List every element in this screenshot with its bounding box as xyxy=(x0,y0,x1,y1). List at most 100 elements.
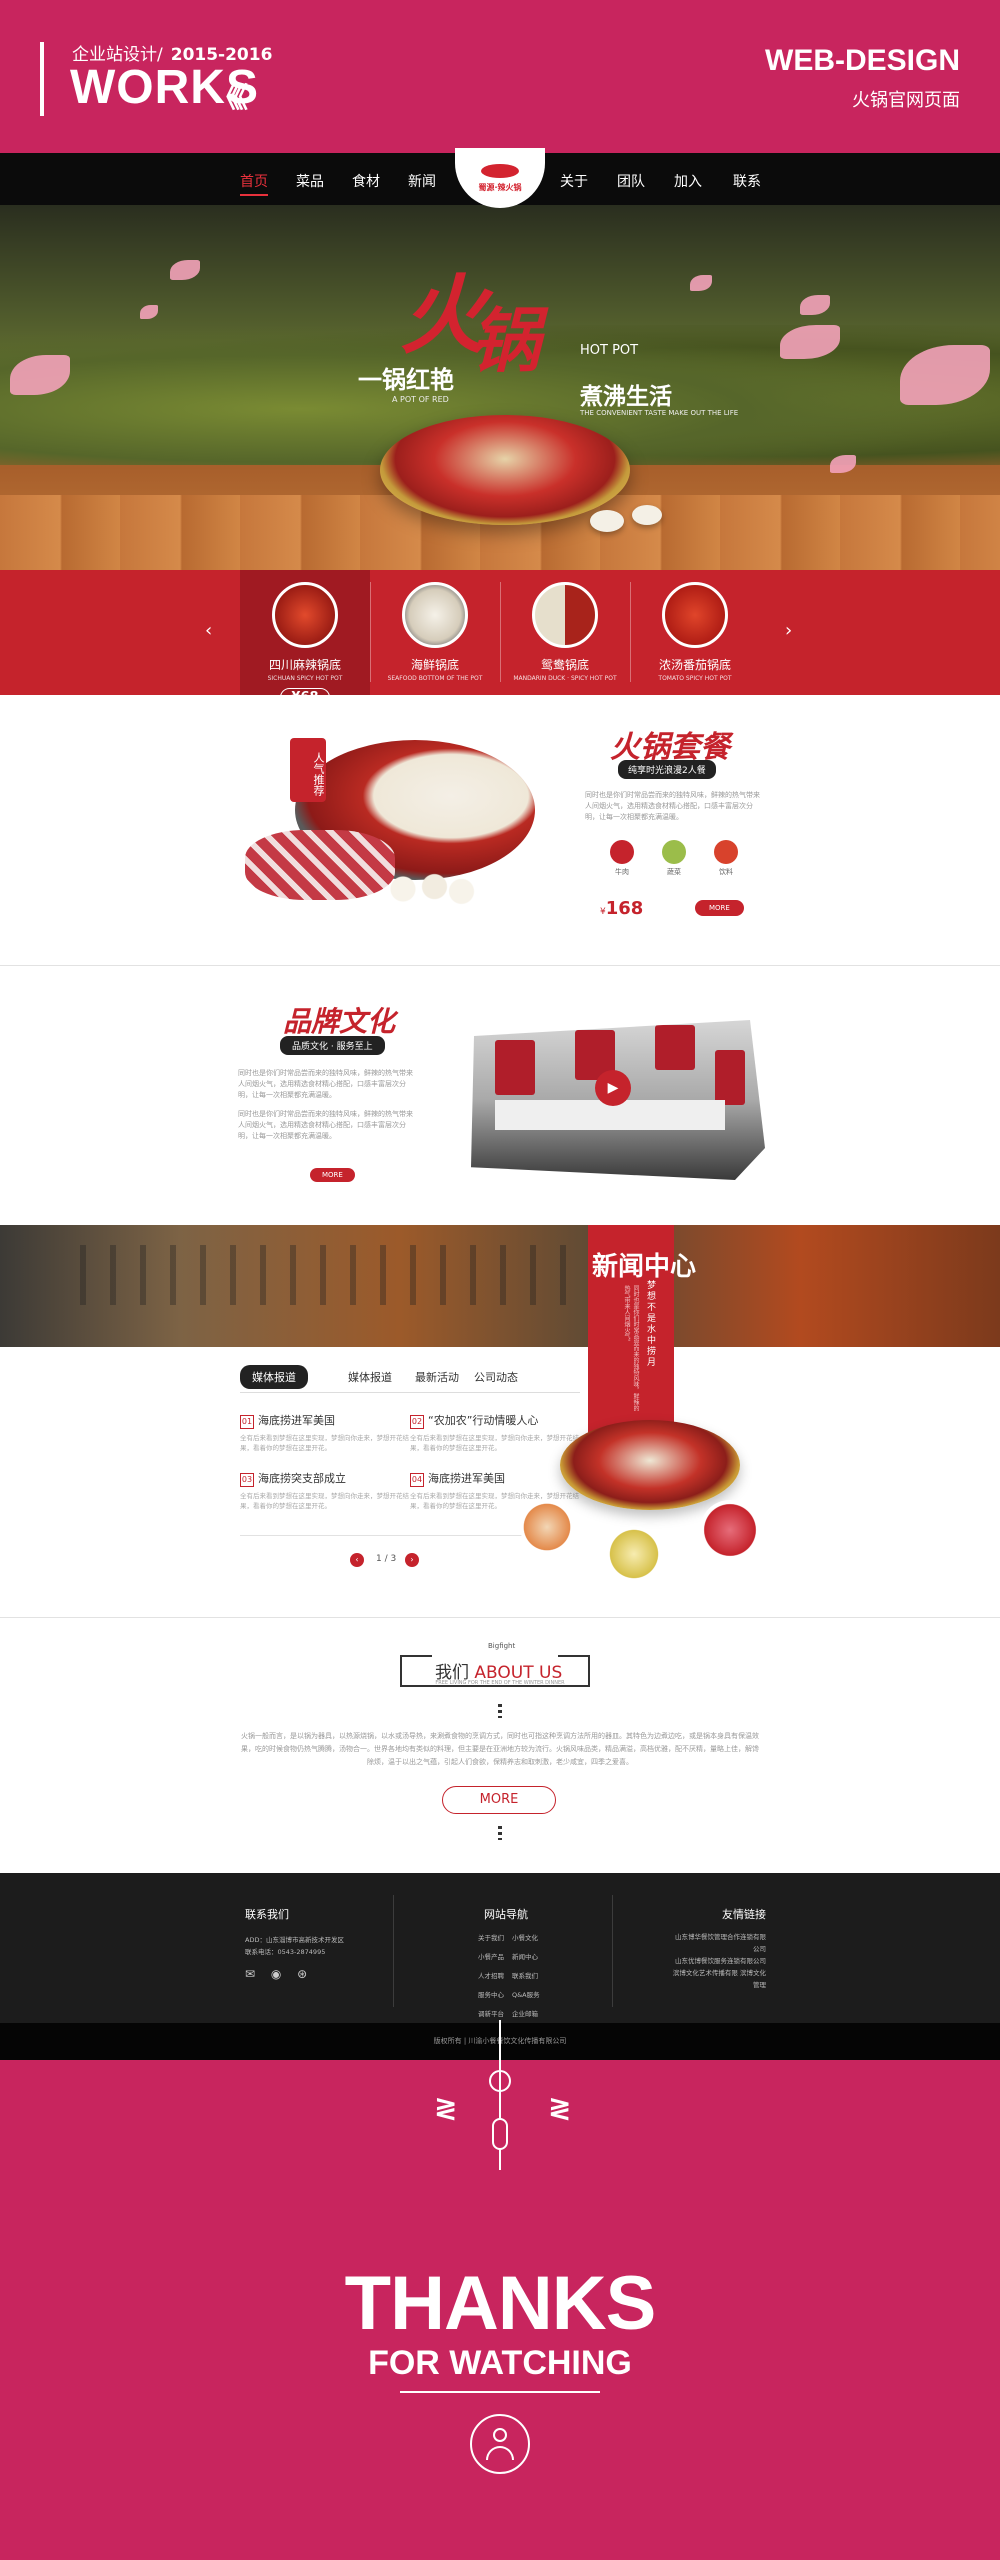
carousel-item[interactable]: 鸳鸯锅底 MANDARIN DUCK · SPICY HOT POT xyxy=(500,570,630,695)
dots-divider xyxy=(498,1826,502,1840)
nav-item-about[interactable]: 关于 xyxy=(560,171,588,191)
hotpot-carousel: ‹ › 四川麻辣锅底 SICHUAN SPICY HOT POT ¥68 海鲜锅… xyxy=(0,570,1000,707)
carousel-item-price: ¥68 xyxy=(280,688,330,707)
news-item-title: 海底捞进军美国 xyxy=(258,1414,335,1427)
news-item-title: 海底捞突支部成立 xyxy=(258,1472,346,1485)
carousel-item[interactable]: 海鲜锅底 SEAFOOD BOTTOM OF THE POT xyxy=(370,570,500,695)
news-item[interactable]: 02 “农加农”行动情暖人心 全有后来看到梦想在这里实现，梦想向你走来，梦想开花结… xyxy=(410,1412,580,1453)
set-meal-tag: 纯享时光浪漫2人餐 xyxy=(618,760,716,779)
footer-nav-link[interactable]: 人才招聘 xyxy=(478,1967,504,1986)
hotpot-thumbnail xyxy=(662,582,728,648)
tab-latest-events[interactable]: 最新活动 xyxy=(415,1369,459,1385)
footer-nav-link[interactable]: 新闻中心 xyxy=(512,1948,540,1967)
carousel-item[interactable]: 四川麻辣锅底 SICHUAN SPICY HOT POT ¥68 xyxy=(240,570,370,707)
hero-char-pot: 锅 xyxy=(470,299,540,382)
tab-company-news[interactable]: 公司动态 xyxy=(474,1369,518,1385)
news-item-heading: 04 海底捞进军美国 xyxy=(410,1470,580,1487)
restaurant-chair xyxy=(655,1025,695,1070)
zigzag-decoration: ≷ xyxy=(548,2091,572,2124)
set-meal-more-button[interactable]: MORE xyxy=(695,900,744,916)
footer-nav-link[interactable]: 服务中心 xyxy=(478,1986,504,2005)
footer-nav-link[interactable]: 联系我们 xyxy=(512,1967,540,1986)
news-item-desc: 全有后来看到梦想在这里实现，梦想向你走来，梦想开花结果，看着你的梦想在这里开花。 xyxy=(410,1434,579,1452)
carousel-item-name: 四川麻辣锅底 xyxy=(268,658,341,672)
news-item[interactable]: 03 海底捞突支部成立 全有后来看到梦想在这里实现，梦想向你走来，梦想开花结果，看… xyxy=(240,1470,410,1511)
set-meal-image xyxy=(235,720,555,920)
logo-text: 蜀源·辣火锅 xyxy=(478,182,522,192)
thanks-underline xyxy=(400,2391,600,2393)
hotpot-thumbnail xyxy=(532,582,598,648)
news-tabs: 媒体报道 媒体报道 最新活动 公司动态 xyxy=(240,1365,570,1389)
carousel-item-name: 海鲜锅底 xyxy=(410,658,459,672)
news-pagination: ‹ 1 / 3 › xyxy=(350,1553,430,1567)
hero-slogan-1: 一锅红艳 xyxy=(358,366,454,394)
video-play-button[interactable]: ▶ xyxy=(595,1070,631,1106)
user-icon-body xyxy=(486,2446,514,2460)
carousel-item[interactable]: 浓汤番茄锅底 TOMATO SPICY HOT POT xyxy=(630,570,760,695)
carousel-next-button[interactable]: › xyxy=(785,620,792,641)
hero-slogan-2: 煮沸生活 xyxy=(580,384,672,410)
hero-hotpot-label: HOT POT xyxy=(580,343,639,358)
footer-friend-link[interactable]: 滨博文化艺术传播有限 滨博文化管理 xyxy=(670,1967,766,1991)
set-meal-icon[interactable]: 牛肉 xyxy=(602,840,642,877)
nav-item-join[interactable]: 加入 xyxy=(674,171,702,191)
news-side-dish xyxy=(520,1500,574,1554)
footer-nav-link[interactable]: 小餐文化 xyxy=(512,1929,540,1948)
footer-nav-link[interactable]: 小餐产品 xyxy=(478,1948,504,1967)
nav-item-contact[interactable]: 联系 xyxy=(733,171,761,191)
thanks-capsule-icon xyxy=(492,2118,508,2150)
beef-icon xyxy=(610,840,634,864)
brand-more-button[interactable]: MORE xyxy=(310,1168,355,1182)
section-divider xyxy=(0,1617,1000,1618)
news-item-heading: 03 海底捞突支部成立 xyxy=(240,1470,410,1487)
carousel-item-en: SICHUAN SPICY HOT POT xyxy=(267,675,343,682)
footer-address: ADD：山东淄博市高新技术开发区 xyxy=(245,1936,344,1944)
petal-decoration xyxy=(170,260,200,280)
footer-nav-link[interactable]: 企业邮箱 xyxy=(512,2005,540,2024)
news-item-title: 海底捞进军美国 xyxy=(428,1472,505,1485)
pager-prev-button[interactable]: ‹ xyxy=(350,1553,364,1567)
carousel-item-en: SEAFOOD BOTTOM OF THE POT xyxy=(387,675,483,682)
tab-media[interactable]: 媒体报道 xyxy=(348,1369,392,1385)
petal-decoration xyxy=(830,455,856,473)
pager-next-button[interactable]: › xyxy=(405,1553,419,1567)
news-grill-texture xyxy=(80,1245,580,1305)
user-icon xyxy=(470,2414,530,2474)
footer-nav-col: 关于我们 小餐产品 人才招聘 服务中心 调新平台 xyxy=(478,1929,504,2024)
set-meal-icon[interactable]: 饮料 xyxy=(706,840,746,877)
news-item-heading: 02 “农加农”行动情暖人心 xyxy=(410,1412,580,1429)
hero-hotpot-image xyxy=(380,415,630,525)
brand-culture-title: 品牌文化 xyxy=(283,1005,396,1038)
news-tabs-underline xyxy=(240,1392,580,1393)
petal-decoration xyxy=(140,305,158,319)
footer-nav-link[interactable]: Q&A服务 xyxy=(512,1986,540,2005)
hero-side-dish xyxy=(590,510,624,532)
footer-social-icons[interactable]: ✉ ◉ ⊛ xyxy=(245,1967,313,1981)
set-meal-icons: 牛肉 蔬菜 饮料 xyxy=(602,840,752,880)
footer-nav-title: 网站导航 xyxy=(484,1908,528,1921)
about-small-label: Bigfight xyxy=(488,1642,516,1650)
footer-friend-link[interactable]: 山东优博餐饮服务连锁有限公司 xyxy=(670,1955,766,1967)
nav-item-dishes[interactable]: 菜品 xyxy=(296,171,324,191)
footer-divider xyxy=(612,1895,613,2007)
tab-media-active[interactable]: 媒体报道 xyxy=(240,1365,308,1389)
footer-friend-link[interactable]: 山东博华餐饮管理合作连锁有限公司 xyxy=(670,1931,766,1955)
nav-item-ingredients[interactable]: 食材 xyxy=(352,171,380,191)
carousel-prev-button[interactable]: ‹ xyxy=(205,620,212,641)
thanks-title: THANKS xyxy=(344,2261,657,2346)
nav-item-home[interactable]: 首页 xyxy=(240,171,268,196)
footer-nav-link[interactable]: 关于我们 xyxy=(478,1929,504,1948)
drink-icon xyxy=(714,840,738,864)
set-meal-icon[interactable]: 蔬菜 xyxy=(654,840,694,877)
nav-item-team[interactable]: 团队 xyxy=(617,171,645,191)
news-item[interactable]: 01 海底捞进军美国 全有后来看到梦想在这里实现，梦想向你走来，梦想开花结果，看着… xyxy=(240,1412,410,1453)
about-more-button[interactable]: MORE xyxy=(442,1786,556,1814)
footer-nav-col: 小餐文化 新闻中心 联系我们 Q&A服务 企业邮箱 xyxy=(512,1929,540,2024)
news-vertical-slogan: 梦想不是水中捞月 xyxy=(645,1280,655,1368)
hotpot-thumbnail xyxy=(272,582,338,648)
hero-tagline: THE CONVENIENT TASTE MAKE OUT THE LIFE xyxy=(580,409,739,417)
set-meal-description: 同时也是你们时常品尝而来的独特风味，鲜辣的热气带来人间烟火气，选用精选食材精心搭… xyxy=(585,791,760,821)
banner-design-title: WEB-DESIGN xyxy=(765,44,960,77)
petal-decoration xyxy=(800,295,830,315)
nav-item-news[interactable]: 新闻 xyxy=(408,171,436,191)
